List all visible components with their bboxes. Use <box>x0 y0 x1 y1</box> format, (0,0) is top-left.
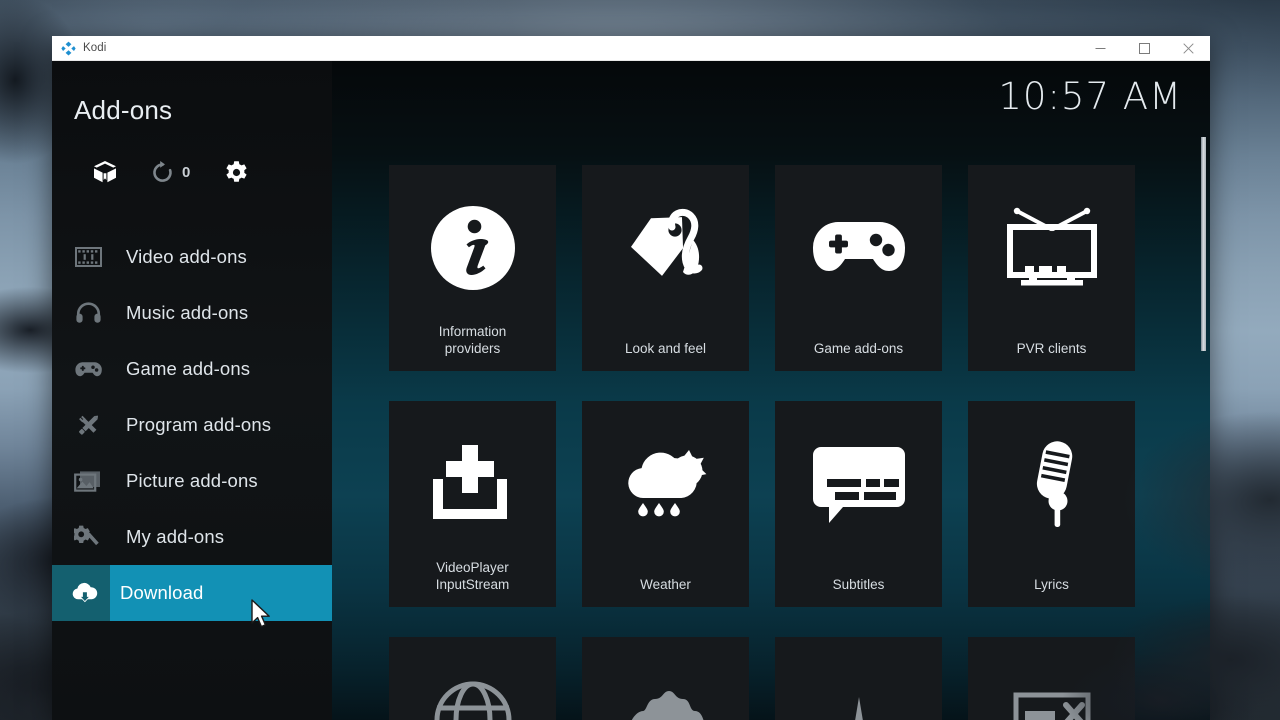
gear-icon <box>224 160 249 185</box>
tile-information-providers[interactable]: Information providers <box>389 165 556 371</box>
inbox-plus-icon <box>429 437 517 531</box>
minimize-icon <box>1095 43 1106 54</box>
box-x-icon <box>1012 673 1092 720</box>
update-count-label: 0 <box>182 163 191 181</box>
tile-look-and-feel[interactable]: Look and feel <box>582 165 749 371</box>
sidebar-item-label: Program add-ons <box>126 414 272 435</box>
sidebar-item-game-add-ons[interactable]: Game add-ons <box>52 341 332 397</box>
tile-videoplayer-inputstream[interactable]: VideoPlayer InputStream <box>389 401 556 607</box>
tile-row3-spire[interactable] <box>775 637 942 720</box>
tile-label: Look and feel <box>624 341 707 356</box>
scrollbar-thumb[interactable] <box>1201 137 1206 351</box>
sidebar-item-program-add-ons[interactable]: Program add-ons <box>52 397 332 453</box>
film-strip-icon <box>60 246 116 268</box>
rain-sun-icon <box>617 437 715 531</box>
tile-label: Subtitles <box>832 577 885 592</box>
close-button[interactable] <box>1166 36 1210 60</box>
sidebar-item-label: Game add-ons <box>126 358 251 379</box>
tile-row3-box-x[interactable] <box>968 637 1135 720</box>
kodi-application-window: Kodi Add-ons 0 Video add-ons Music add-o… <box>52 36 1210 720</box>
gamepad-icon <box>809 201 909 295</box>
tools-icon <box>60 412 116 438</box>
tv-antenna-icon <box>1003 201 1101 295</box>
tile-label: VideoPlayer InputStream <box>435 560 510 592</box>
tile-lyrics[interactable]: Lyrics <box>968 401 1135 607</box>
cloud-download-icon <box>52 565 110 621</box>
sidebar-panel: Add-ons 0 Video add-ons Music add-ons Ga… <box>52 61 332 720</box>
window-titlebar: Kodi <box>52 36 1210 61</box>
sidebar-item-video-add-ons[interactable]: Video add-ons <box>52 229 332 285</box>
addon-settings-button[interactable] <box>224 160 249 185</box>
sidebar-item-my-add-ons[interactable]: My add-ons <box>52 509 332 565</box>
refresh-icon <box>152 160 173 184</box>
tile-label: Lyrics <box>1034 577 1069 592</box>
speech-bubble-icon <box>812 437 905 531</box>
maximize-icon <box>1138 42 1150 54</box>
close-icon <box>1182 42 1194 54</box>
price-tag-icon <box>621 201 711 295</box>
tile-row3-context-menu[interactable] <box>582 637 749 720</box>
sidebar-item-download-fill[interactable]: Download <box>110 565 332 621</box>
tile-pvr-clients[interactable]: PVR clients <box>968 165 1135 371</box>
headphones-icon <box>60 302 116 324</box>
addon-category-content: 10:57 AM Information providers Look and … <box>332 61 1210 720</box>
picture-icon <box>60 470 116 493</box>
sidebar-nav-list: Video add-ons Music add-ons Game add-ons… <box>52 229 332 621</box>
spire-icon <box>842 673 876 720</box>
sidebar-item-picture-add-ons[interactable]: Picture add-ons <box>52 453 332 509</box>
tile-label: Information providers <box>438 324 507 356</box>
gear-wrench-icon <box>60 524 116 550</box>
page-title: Add-ons <box>74 95 173 125</box>
available-updates-button[interactable]: 0 <box>152 160 190 184</box>
tile-subtitles[interactable]: Subtitles <box>775 401 942 607</box>
kodi-logo-icon <box>61 41 76 56</box>
context-menu-icon <box>621 673 711 720</box>
sidebar-item-label: My add-ons <box>126 526 225 547</box>
sidebar-item-music-add-ons[interactable]: Music add-ons <box>52 285 332 341</box>
tile-label: Weather <box>640 577 691 592</box>
sidebar-item-label: Music add-ons <box>126 302 249 323</box>
globe-icon <box>430 673 516 720</box>
maximize-button[interactable] <box>1122 36 1166 60</box>
tile-label: Game add-ons <box>813 341 904 356</box>
sidebar-toolbar: 0 <box>52 155 332 189</box>
microphone-icon <box>1016 437 1088 531</box>
clock: 10:57 AM <box>998 75 1182 118</box>
sidebar-item-download[interactable]: Download <box>52 565 332 621</box>
install-from-repository-button[interactable] <box>92 160 118 184</box>
open-box-icon <box>92 160 118 184</box>
addon-category-grid: Information providers Look and feel Game… <box>389 165 1179 720</box>
content-scrollbar[interactable] <box>1200 101 1207 720</box>
sidebar-item-label: Download <box>120 582 204 603</box>
info-circle-icon <box>430 201 516 295</box>
window-controls <box>1078 36 1210 60</box>
tile-weather[interactable]: Weather <box>582 401 749 607</box>
desktop-background: Kodi Add-ons 0 Video add-ons Music add-o… <box>0 0 1280 720</box>
sidebar-item-label: Video add-ons <box>126 246 247 267</box>
tile-row3-globe[interactable] <box>389 637 556 720</box>
tile-game-add-ons[interactable]: Game add-ons <box>775 165 942 371</box>
kodi-main-body: Add-ons 0 Video add-ons Music add-ons Ga… <box>52 61 1210 720</box>
minimize-button[interactable] <box>1078 36 1122 60</box>
window-title: Kodi <box>83 42 107 54</box>
titlebar-left-group: Kodi <box>52 41 106 56</box>
sidebar-item-label: Picture add-ons <box>126 470 258 491</box>
gamepad-icon <box>60 359 116 379</box>
tile-label: PVR clients <box>1016 341 1087 356</box>
